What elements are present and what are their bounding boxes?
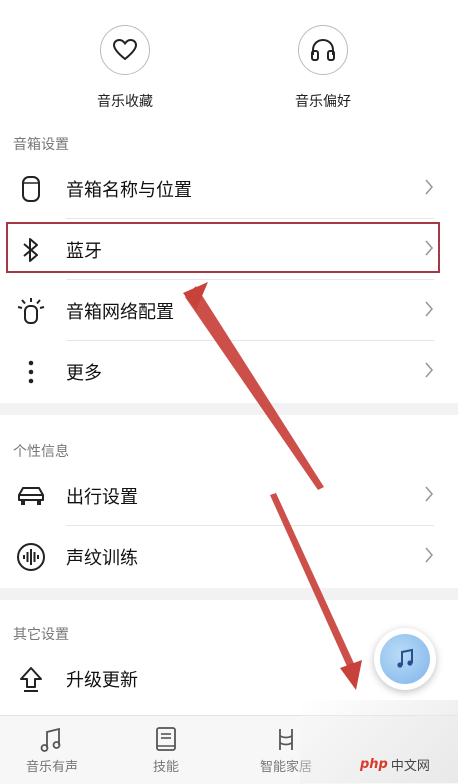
- tab-label: 音乐有声: [25, 760, 78, 775]
- annotation-arrow-to-fab-head: [340, 660, 362, 690]
- annotation-arrow-to-network-config: [185, 286, 324, 490]
- book-icon: [116, 726, 216, 754]
- watermark-logo: php 中文网: [360, 755, 430, 774]
- watermark-brand: php: [360, 757, 388, 772]
- annotation-arrow-to-fab: [270, 493, 357, 673]
- floating-music-button[interactable]: [374, 628, 436, 690]
- tab-music-audio[interactable]: 音乐有声: [2, 716, 102, 784]
- music-note-icon: [2, 726, 102, 754]
- watermark-site: 中文网: [390, 759, 430, 774]
- tab-skills[interactable]: 技能: [116, 716, 216, 784]
- music-note-icon: [380, 634, 430, 684]
- tab-label: 技能: [152, 760, 179, 775]
